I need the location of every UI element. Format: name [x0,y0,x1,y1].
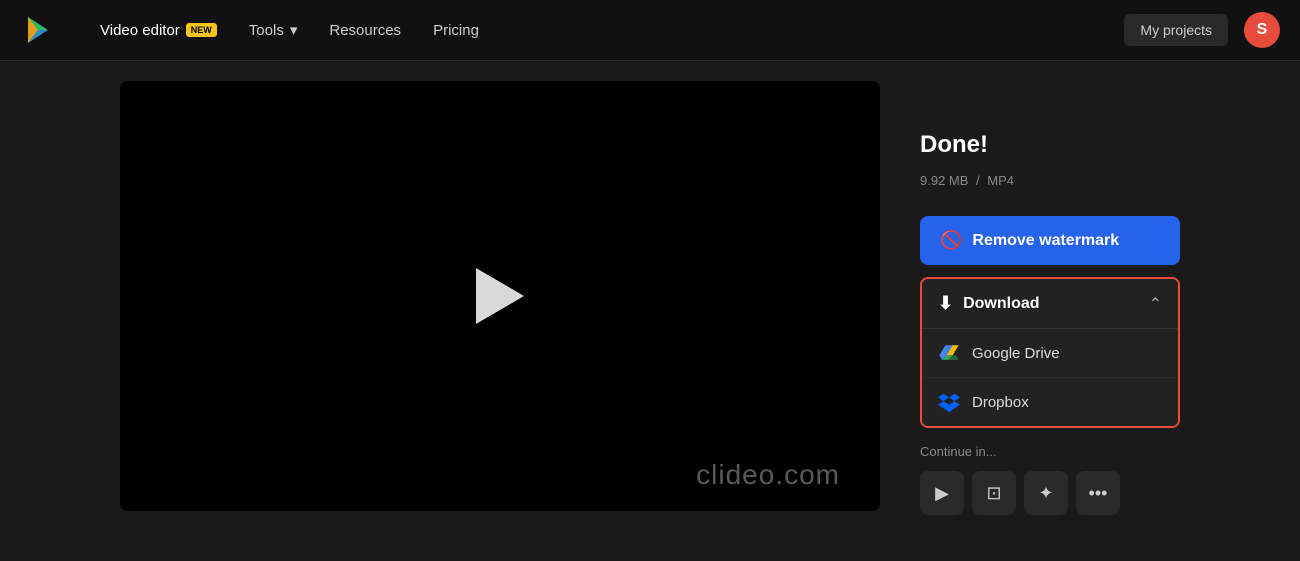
nav-resources[interactable]: Resources [317,14,413,47]
more-icon: ••• [1089,483,1108,504]
dropbox-option[interactable]: Dropbox [922,378,1178,426]
file-info: 9.92 MB / MP4 [920,173,1180,188]
nav-tools[interactable]: Tools ▾ [237,13,310,47]
avatar[interactable]: S [1244,12,1280,48]
subtitles-icon: ⊡ [986,483,1001,504]
video-player[interactable]: clideo.com [120,81,880,511]
google-drive-option[interactable]: Google Drive [922,329,1178,378]
continue-video-editor-button[interactable]: ▶ [920,471,964,515]
google-drive-icon [938,342,960,364]
logo[interactable] [20,12,56,48]
download-chevron-icon: ⌃ [1149,294,1162,314]
trim-icon: ✦ [1038,483,1053,504]
nav-pricing[interactable]: Pricing [421,14,491,47]
download-icon: ⬇ [938,293,953,314]
nav-video-editor[interactable]: Video editor NEW [88,14,229,47]
download-dropdown: ⬇ Download ⌃ Google Drive [920,277,1180,428]
no-watermark-icon: 🚫 [940,230,962,251]
continue-buttons: ▶ ⊡ ✦ ••• [920,471,1180,515]
continue-label: Continue in... [920,444,1180,459]
tools-chevron-icon: ▾ [290,21,298,39]
download-button[interactable]: ⬇ Download ⌃ [922,279,1178,329]
done-title: Done! [920,131,1180,159]
continue-subtitles-button[interactable]: ⊡ [972,471,1016,515]
video-watermark: clideo.com [696,459,840,491]
continue-more-button[interactable]: ••• [1076,471,1120,515]
dropbox-icon [938,391,960,413]
remove-watermark-button[interactable]: 🚫 Remove watermark [920,216,1180,265]
header-right: My projects S [1124,12,1280,48]
my-projects-button[interactable]: My projects [1124,14,1228,46]
main-content: clideo.com Done! 9.92 MB / MP4 🚫 Remove … [0,61,1300,561]
header: Video editor NEW Tools ▾ Resources Prici… [0,0,1300,61]
play-button[interactable] [476,268,524,324]
export-panel: Done! 9.92 MB / MP4 🚫 Remove watermark ⬇… [920,81,1180,515]
continue-trim-button[interactable]: ✦ [1024,471,1068,515]
main-nav: Video editor NEW Tools ▾ Resources Prici… [88,13,1092,47]
video-editor-icon: ▶ [935,483,949,504]
new-badge: NEW [186,23,217,37]
